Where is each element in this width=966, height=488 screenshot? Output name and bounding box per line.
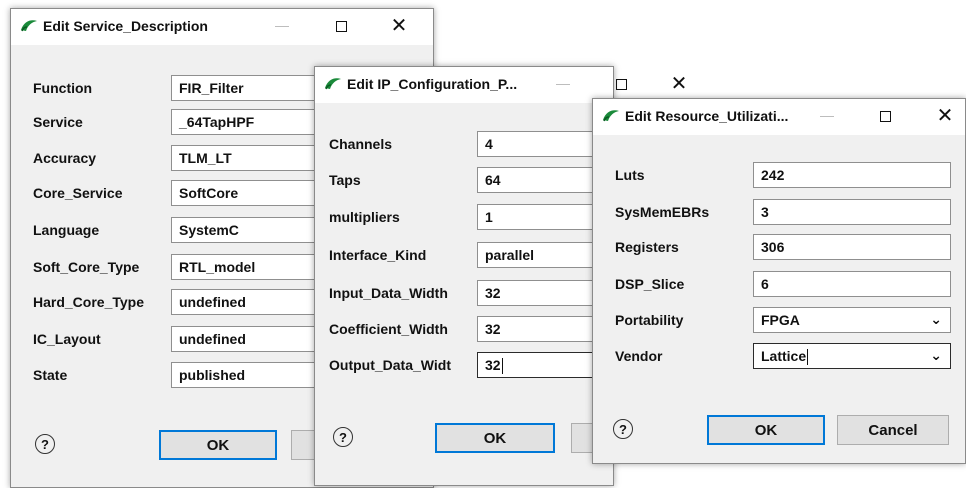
maximize-button[interactable] (323, 11, 359, 41)
accuracy-label: Accuracy (33, 150, 97, 166)
chevron-down-icon[interactable]: ⌄ (930, 347, 942, 364)
maximize-icon (879, 110, 891, 122)
interface-kind-label: Interface_Kind (329, 247, 427, 263)
title-bar[interactable]: Edit IP_Configuration_P... ✕ (315, 67, 687, 103)
chevron-down-icon[interactable]: ⌄ (930, 311, 942, 328)
ok-button[interactable]: OK (435, 423, 555, 453)
registers-label: Registers (615, 239, 679, 255)
close-button[interactable]: ✕ (661, 69, 697, 99)
output-data-width-label: Output_Data_Widt (329, 357, 451, 373)
maximize-button[interactable] (603, 69, 639, 99)
help-icon[interactable]: ? (35, 434, 55, 454)
edit-ip-configuration-dialog: Edit IP_Configuration_P... ✕ Channels 4 … (314, 66, 687, 486)
registers-field[interactable]: 306 (753, 234, 951, 260)
coefficient-width-label: Coefficient_Width (329, 321, 448, 337)
minimize-icon (275, 25, 289, 27)
edit-resource-utilization-dialog: Edit Resource_Utilizati... ✕ Luts 242 Sy… (592, 98, 966, 464)
multipliers-label: multipliers (329, 209, 400, 225)
dsp-slice-label: DSP_Slice (615, 276, 685, 292)
minimize-icon (556, 83, 570, 85)
text-cursor (501, 358, 503, 375)
close-icon: ✕ (936, 105, 954, 127)
help-icon[interactable]: ? (333, 427, 353, 447)
minimize-button[interactable] (264, 11, 300, 41)
hard-core-type-label: Hard_Core_Type (33, 294, 145, 310)
luts-label: Luts (615, 167, 645, 183)
service-label: Service (33, 114, 83, 130)
vendor-select[interactable]: Lattice ⌄ (753, 343, 951, 369)
help-icon[interactable]: ? (613, 419, 633, 439)
app-icon (21, 20, 37, 32)
app-icon (603, 110, 619, 122)
dialog-title: Edit Resource_Utilizati... (625, 108, 789, 124)
state-label: State (33, 367, 68, 383)
portability-label: Portability (615, 312, 684, 328)
portability-select[interactable]: FPGA ⌄ (753, 307, 951, 333)
close-icon: ✕ (670, 73, 688, 95)
luts-field[interactable]: 242 (753, 162, 951, 188)
minimize-button[interactable] (545, 69, 581, 99)
portability-value: FPGA (761, 312, 800, 328)
title-bar[interactable]: Edit Service_Description ✕ (11, 9, 433, 45)
ok-button[interactable]: OK (159, 430, 277, 460)
output-data-width-value: 32 (485, 357, 501, 373)
close-icon: ✕ (390, 15, 408, 37)
dialog-title: Edit Service_Description (43, 18, 208, 34)
close-button[interactable]: ✕ (927, 101, 963, 131)
dialog-title: Edit IP_Configuration_P... (347, 76, 518, 92)
cancel-button[interactable]: Cancel (837, 415, 949, 445)
taps-label: Taps (329, 172, 361, 188)
minimize-button[interactable] (809, 101, 845, 131)
sysmemebrs-label: SysMemEBRs (615, 204, 710, 220)
sysmemebrs-field[interactable]: 3 (753, 199, 951, 225)
function-label: Function (33, 80, 93, 96)
close-button[interactable]: ✕ (381, 11, 417, 41)
language-label: Language (33, 222, 100, 238)
soft-core-type-label: Soft_Core_Type (33, 259, 140, 275)
minimize-icon (820, 115, 834, 117)
maximize-button[interactable] (867, 101, 903, 131)
channels-label: Channels (329, 136, 393, 152)
app-icon (325, 78, 341, 90)
text-cursor (807, 349, 809, 366)
maximize-icon (615, 78, 627, 90)
ic-layout-label: IC_Layout (33, 331, 101, 347)
vendor-label: Vendor (615, 348, 663, 364)
title-bar[interactable]: Edit Resource_Utilizati... ✕ (593, 99, 965, 135)
dsp-slice-field[interactable]: 6 (753, 271, 951, 297)
core-service-label: Core_Service (33, 185, 123, 201)
maximize-icon (335, 20, 347, 32)
input-data-width-label: Input_Data_Width (329, 285, 448, 301)
ok-button[interactable]: OK (707, 415, 825, 445)
vendor-value: Lattice (761, 348, 807, 364)
